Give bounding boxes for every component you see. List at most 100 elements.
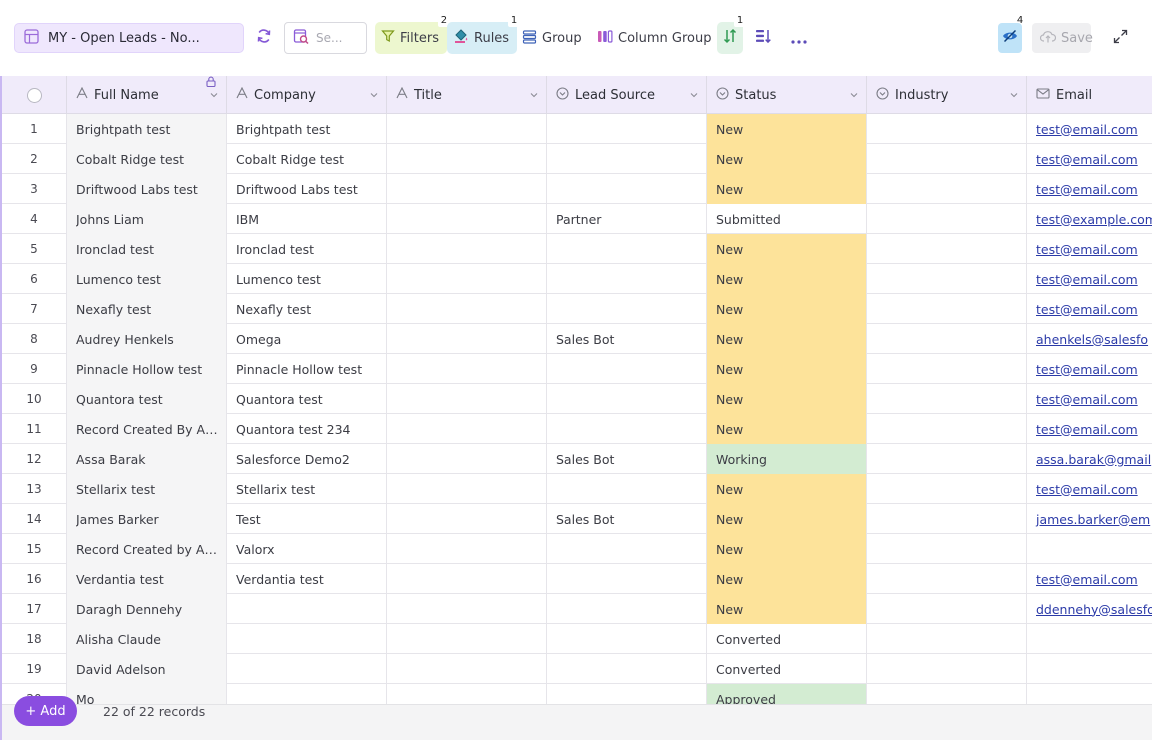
cell-industry[interactable] xyxy=(867,564,1027,594)
cell-email-text[interactable]: test@email.com xyxy=(1036,182,1138,197)
cell-title[interactable] xyxy=(387,564,547,594)
cell-status[interactable]: New xyxy=(707,354,867,384)
cell-title[interactable] xyxy=(387,624,547,654)
cell-industry[interactable] xyxy=(867,594,1027,624)
cell-lead-source[interactable] xyxy=(547,654,707,684)
cell-email-text[interactable]: test@email.com xyxy=(1036,572,1138,587)
hidden-fields-button[interactable]: 4 xyxy=(998,15,1023,53)
cell-status[interactable]: New xyxy=(707,474,867,504)
cell-company[interactable] xyxy=(227,684,387,704)
cell-email-text[interactable]: ahenkels@salesfo xyxy=(1036,332,1148,347)
table-row[interactable]: 1 Brightpath test Brightpath test New test@e… xyxy=(2,114,1152,144)
cell-lead-source[interactable] xyxy=(547,564,707,594)
cell-email-text[interactable]: test@email.com xyxy=(1036,272,1138,287)
cell-status[interactable]: Working xyxy=(707,444,867,474)
column-header-full-name[interactable]: Full Name xyxy=(67,76,227,114)
cell-status[interactable]: New xyxy=(707,234,867,264)
cell-full-name[interactable]: Pinnacle Hollow test xyxy=(67,354,227,384)
cell-industry[interactable] xyxy=(867,204,1027,234)
cell-email-text[interactable]: test@email.com xyxy=(1036,242,1138,257)
cell-industry[interactable] xyxy=(867,174,1027,204)
cell-industry[interactable] xyxy=(867,444,1027,474)
cell-full-name[interactable]: Alisha Claude xyxy=(67,624,227,654)
table-row[interactable]: 12 Assa Barak Salesforce Demo2 Sales Bot Wor… xyxy=(2,444,1152,474)
cell-title[interactable] xyxy=(387,654,547,684)
cell-title[interactable] xyxy=(387,444,547,474)
save-button[interactable]: Save xyxy=(1032,23,1093,53)
cell-email[interactable]: test@email.com xyxy=(1027,174,1152,204)
cell-company[interactable]: Stellarix test xyxy=(227,474,387,504)
table-row[interactable]: 19 David Adelson Converted xyxy=(2,654,1152,684)
cell-company[interactable]: Salesforce Demo2 xyxy=(227,444,387,474)
cell-industry[interactable] xyxy=(867,414,1027,444)
cell-title[interactable] xyxy=(387,324,547,354)
cell-lead-source[interactable]: Partner xyxy=(547,204,707,234)
cell-email[interactable]: test@email.com xyxy=(1027,354,1152,384)
cell-industry[interactable] xyxy=(867,684,1027,704)
cell-title[interactable] xyxy=(387,474,547,504)
cell-status[interactable]: Converted xyxy=(707,654,867,684)
cell-company[interactable]: Driftwood Labs test xyxy=(227,174,387,204)
cell-email[interactable]: test@email.com xyxy=(1027,234,1152,264)
cell-full-name[interactable]: Lumenco test xyxy=(67,264,227,294)
cell-full-name[interactable]: James Barker xyxy=(67,504,227,534)
cell-full-name[interactable]: Stellarix test xyxy=(67,474,227,504)
column-header-status[interactable]: Status xyxy=(707,76,867,114)
cell-full-name[interactable]: David Adelson xyxy=(67,654,227,684)
table-row[interactable]: 3 Driftwood Labs test Driftwood Labs test N… xyxy=(2,174,1152,204)
table-row[interactable]: 7 Nexafly test Nexafly test New test@email.c… xyxy=(2,294,1152,324)
cell-company[interactable]: Ironclad test xyxy=(227,234,387,264)
cell-lead-source[interactable] xyxy=(547,234,707,264)
cell-status[interactable]: New xyxy=(707,294,867,324)
cell-status[interactable]: New xyxy=(707,414,867,444)
cell-industry[interactable] xyxy=(867,534,1027,564)
cell-status[interactable]: New xyxy=(707,144,867,174)
cell-email-text[interactable]: test@email.com xyxy=(1036,302,1138,317)
cell-email-text[interactable]: test@email.com xyxy=(1036,122,1138,137)
group-button[interactable]: Group xyxy=(516,22,590,54)
cell-status[interactable]: New xyxy=(707,504,867,534)
chevron-down-icon[interactable] xyxy=(689,89,699,104)
cell-industry[interactable] xyxy=(867,504,1027,534)
cell-industry[interactable] xyxy=(867,294,1027,324)
table-row[interactable]: 15 Record Created by An... Valorx New xyxy=(2,534,1152,564)
cell-title[interactable] xyxy=(387,594,547,624)
cell-email-text[interactable]: assa.barak@gmail xyxy=(1036,452,1151,467)
cell-full-name[interactable]: Brightpath test xyxy=(67,114,227,144)
table-row[interactable]: 20MoApproved xyxy=(2,684,1152,704)
cell-title[interactable] xyxy=(387,414,547,444)
cell-email[interactable]: assa.barak@gmail xyxy=(1027,444,1152,474)
cell-full-name[interactable]: Daragh Dennehy xyxy=(67,594,227,624)
cell-title[interactable] xyxy=(387,504,547,534)
cell-industry[interactable] xyxy=(867,354,1027,384)
cell-email[interactable]: test@email.com xyxy=(1027,264,1152,294)
chevron-down-icon[interactable] xyxy=(529,89,539,104)
cell-lead-source[interactable] xyxy=(547,534,707,564)
cell-email[interactable] xyxy=(1027,534,1152,564)
cell-company[interactable]: IBM xyxy=(227,204,387,234)
cell-company[interactable]: Omega xyxy=(227,324,387,354)
filters-button[interactable]: Filters 2 xyxy=(375,14,450,54)
cell-lead-source[interactable] xyxy=(547,144,707,174)
sort-button[interactable]: 1 xyxy=(717,14,746,54)
column-header-company[interactable]: Company xyxy=(227,76,387,114)
table-row[interactable]: 16 Verdantia test Verdantia test New test@em… xyxy=(2,564,1152,594)
cell-email[interactable]: test@email.com xyxy=(1027,114,1152,144)
cell-status[interactable]: New xyxy=(707,384,867,414)
table-row[interactable]: 14 James Barker Test Sales Bot New james.bark… xyxy=(2,504,1152,534)
cell-company[interactable] xyxy=(227,624,387,654)
cell-email[interactable]: ddennehy@salesfo xyxy=(1027,594,1152,624)
table-row[interactable]: 4 Johns Liam IBM Partner Submitted test@examp… xyxy=(2,204,1152,234)
cell-title[interactable] xyxy=(387,294,547,324)
cell-email[interactable]: test@email.com xyxy=(1027,564,1152,594)
cell-email[interactable] xyxy=(1027,624,1152,654)
cell-email[interactable]: james.barker@em xyxy=(1027,504,1152,534)
cell-industry[interactable] xyxy=(867,264,1027,294)
cell-industry[interactable] xyxy=(867,474,1027,504)
cell-full-name[interactable]: Record Created By An... xyxy=(67,414,227,444)
cell-full-name[interactable]: Cobalt Ridge test xyxy=(67,144,227,174)
cell-status[interactable]: Converted xyxy=(707,624,867,654)
cell-industry[interactable] xyxy=(867,234,1027,264)
cell-title[interactable] xyxy=(387,114,547,144)
cell-title[interactable] xyxy=(387,354,547,384)
